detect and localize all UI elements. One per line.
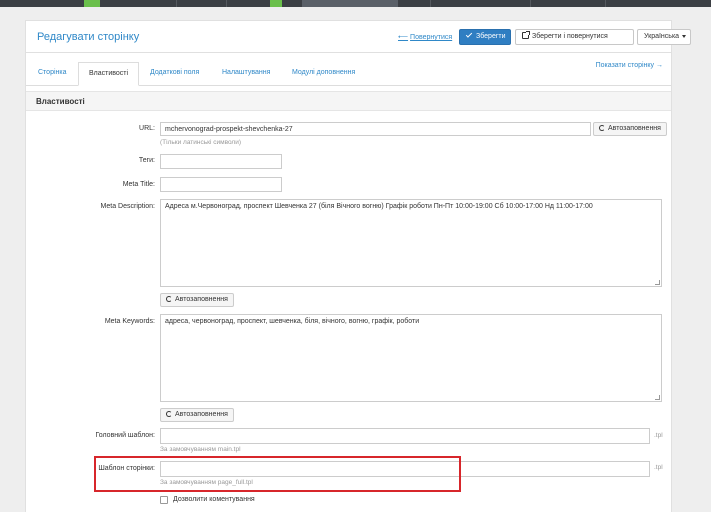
show-page-link[interactable]: Показати сторінку →	[596, 62, 663, 69]
external-link-icon	[522, 31, 530, 39]
meta-title-label: Meta Title:	[122, 181, 155, 188]
tab-addon-modules[interactable]: Модулі доповнення	[282, 62, 365, 86]
top-nav-bar	[0, 0, 711, 7]
url-autofill-button[interactable]: Автозаповнення	[593, 122, 667, 136]
main-template-label: Головний шаблон:	[95, 432, 155, 439]
highlight-annotation	[94, 456, 461, 492]
nav-item-active[interactable]	[302, 0, 398, 7]
page-header: Редагувати сторінку ⟵ Повернутися Зберегт…	[25, 20, 691, 53]
nav-badge	[270, 0, 282, 7]
allow-comments-label: Дозволити коментування	[173, 496, 255, 503]
tab-extra-fields[interactable]: Додаткові поля	[140, 62, 209, 86]
resize-handle[interactable]	[655, 280, 660, 285]
main-template-help: За замовчуванням main.tpl	[160, 446, 241, 453]
save-button[interactable]: Зберегти	[459, 29, 511, 45]
nav-divider	[430, 0, 431, 7]
refresh-icon	[599, 125, 605, 131]
tab-settings[interactable]: Налаштування	[212, 62, 280, 86]
back-link[interactable]: ⟵ Повернутися	[398, 33, 452, 41]
chevron-down-icon	[682, 34, 687, 38]
autofill-label: Автозаповнення	[608, 125, 661, 132]
url-label: URL:	[139, 125, 155, 132]
save-button-label: Зберегти	[476, 33, 506, 40]
language-label: Українська	[644, 33, 680, 40]
url-help-text: (Тільки латинські символи)	[160, 139, 242, 146]
meta-title-input[interactable]	[160, 177, 282, 192]
autofill-label: Автозаповнення	[175, 296, 228, 303]
language-dropdown[interactable]: Українська	[637, 29, 691, 45]
main-template-input[interactable]	[160, 428, 650, 444]
tab-page[interactable]: Сторінка	[28, 62, 77, 86]
nav-divider	[176, 0, 177, 7]
refresh-icon	[166, 296, 172, 302]
meta-description-autofill-button[interactable]: Автозаповнення	[160, 293, 234, 307]
nav-divider	[605, 0, 606, 7]
meta-keywords-autofill-button[interactable]: Автозаповнення	[160, 408, 234, 422]
properties-section: Властивості	[26, 86, 671, 512]
meta-description-value: Адреса м.Червоноград, проспект Шевченка …	[165, 203, 593, 210]
section-header: Властивості	[26, 91, 671, 111]
meta-keywords-value: адреса, червоноград, проспект, шевченка,…	[165, 318, 420, 325]
tags-label: Теги:	[138, 157, 155, 164]
meta-description-label: Meta Description:	[100, 203, 155, 210]
tags-input[interactable]	[160, 154, 282, 169]
save-and-return-button[interactable]: Зберегти і повернутися	[515, 29, 634, 45]
allow-comments-checkbox[interactable]	[160, 496, 168, 504]
refresh-icon	[166, 411, 172, 417]
autofill-label: Автозаповнення	[175, 411, 228, 418]
meta-keywords-textarea[interactable]: адреса, червоноград, проспект, шевченка,…	[160, 314, 662, 402]
check-icon	[465, 31, 473, 38]
meta-description-textarea[interactable]: Адреса м.Червоноград, проспект Шевченка …	[160, 199, 662, 287]
page-title: Редагувати сторінку	[37, 31, 140, 43]
tab-properties[interactable]: Властивості	[78, 62, 140, 86]
main-template-ext: .tpl	[654, 432, 663, 439]
url-input[interactable]: mchervonograd-prospekt-shevchenka-27	[160, 122, 591, 136]
meta-keywords-label: Meta Keywords:	[104, 318, 155, 325]
nav-divider	[226, 0, 227, 7]
resize-handle[interactable]	[655, 395, 660, 400]
nav-divider	[530, 0, 531, 7]
page-template-ext: .tpl	[654, 464, 663, 471]
section-title: Властивості	[36, 97, 85, 106]
save-and-return-label: Зберегти і повернутися	[532, 33, 608, 40]
back-link-label: Повернутися	[410, 34, 453, 41]
tab-bar: Сторінка Властивості Додаткові поля Нала…	[26, 53, 671, 86]
arrow-left-icon: ⟵	[398, 34, 409, 41]
nav-badge	[84, 0, 100, 7]
